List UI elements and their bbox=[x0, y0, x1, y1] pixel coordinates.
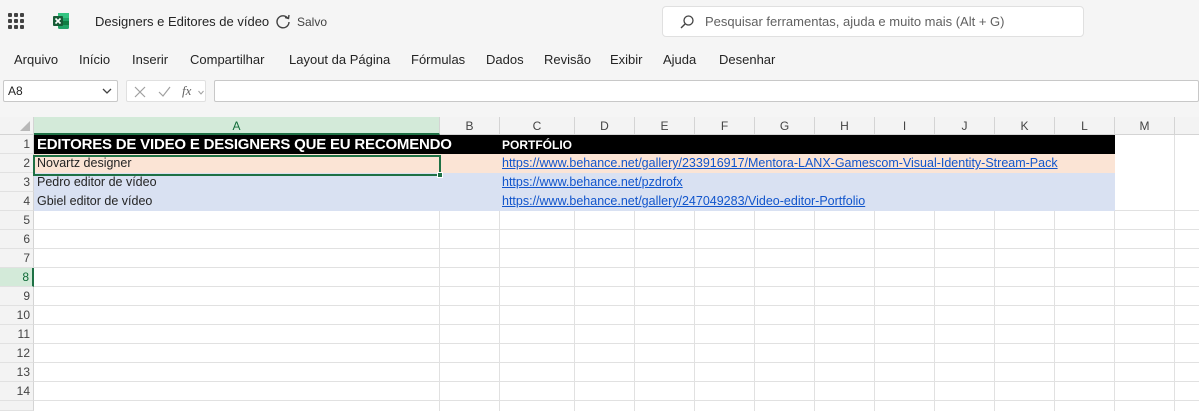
gridline bbox=[34, 381, 1199, 382]
search-box[interactable] bbox=[662, 6, 1084, 37]
gridline bbox=[34, 305, 1199, 306]
menu-compartilhar[interactable]: Compartilhar bbox=[190, 52, 264, 67]
cell-c2-link[interactable]: https://www.behance.net/gallery/23391691… bbox=[502, 154, 1058, 173]
row-header-5[interactable]: 5 bbox=[0, 211, 34, 230]
save-status: Salvo bbox=[297, 15, 328, 29]
title-bar: Designers e Editores de vídeo Salvo bbox=[0, 0, 1199, 44]
gridline bbox=[34, 362, 1199, 363]
fill-handle[interactable] bbox=[437, 172, 443, 178]
column-header-a[interactable]: A bbox=[34, 117, 440, 135]
menu-revisao[interactable]: Revisão bbox=[544, 52, 591, 67]
row-header-6[interactable]: 6 bbox=[0, 230, 34, 249]
insert-function-button[interactable]: fx bbox=[182, 83, 191, 99]
excel-logo-icon[interactable] bbox=[52, 12, 70, 30]
row-header-11[interactable]: 11 bbox=[0, 325, 34, 344]
menu-desenhar[interactable]: Desenhar bbox=[719, 52, 775, 67]
select-all-button[interactable] bbox=[0, 117, 34, 135]
column-header-i[interactable]: I bbox=[875, 117, 935, 135]
row-header-13[interactable]: 13 bbox=[0, 363, 34, 382]
column-header-g[interactable]: G bbox=[755, 117, 815, 135]
chevron-down-icon[interactable] bbox=[198, 90, 204, 95]
cell-c3-link[interactable]: https://www.behance.net/pzdrofx bbox=[502, 173, 683, 192]
gridline bbox=[34, 343, 1199, 344]
cell-a4[interactable]: Gbiel editor de vídeo bbox=[37, 192, 152, 211]
name-box-value: A8 bbox=[8, 84, 23, 98]
active-cell-a8[interactable] bbox=[33, 155, 441, 176]
search-icon bbox=[680, 15, 694, 29]
row-header-9[interactable]: 9 bbox=[0, 287, 34, 306]
column-header-j[interactable]: J bbox=[935, 117, 995, 135]
column-header-e[interactable]: E bbox=[635, 117, 695, 135]
menu-inserir[interactable]: Inserir bbox=[132, 52, 168, 67]
document-title[interactable]: Designers e Editores de vídeo bbox=[95, 14, 269, 29]
row-header-3[interactable]: 3 bbox=[0, 173, 34, 192]
gridline bbox=[34, 229, 1199, 230]
check-icon[interactable] bbox=[158, 86, 171, 98]
column-header-next bbox=[1175, 117, 1199, 135]
row-header-7[interactable]: 7 bbox=[0, 249, 34, 268]
gridline bbox=[34, 324, 1199, 325]
row-header-4[interactable]: 4 bbox=[0, 192, 34, 211]
column-header-c[interactable]: C bbox=[500, 117, 575, 135]
row-header-12[interactable]: 12 bbox=[0, 344, 34, 363]
formula-controls: fx bbox=[126, 80, 206, 102]
menu-bar: Arquivo Início Inserir Compartilhar Layo… bbox=[0, 44, 1199, 76]
row-header-14[interactable]: 14 bbox=[0, 382, 34, 401]
menu-exibir[interactable]: Exibir bbox=[610, 52, 643, 67]
column-header-b[interactable]: B bbox=[440, 117, 500, 135]
formula-input[interactable] bbox=[214, 80, 1199, 102]
menu-ajuda[interactable]: Ajuda bbox=[663, 52, 696, 67]
menu-inicio[interactable]: Início bbox=[79, 52, 110, 67]
search-input[interactable] bbox=[705, 7, 1075, 36]
column-header-l[interactable]: L bbox=[1055, 117, 1115, 135]
gridline bbox=[1174, 135, 1175, 411]
menu-dados[interactable]: Dados bbox=[486, 52, 524, 67]
column-header-f[interactable]: F bbox=[695, 117, 755, 135]
row-header-10[interactable]: 10 bbox=[0, 306, 34, 325]
cell-a1[interactable]: EDITORES DE VIDEO E DESIGNERS QUE EU REC… bbox=[37, 135, 452, 154]
gridline bbox=[34, 286, 1199, 287]
row-header-15 bbox=[0, 401, 34, 411]
sync-icon bbox=[276, 14, 290, 29]
app-launcher-icon[interactable] bbox=[8, 13, 24, 29]
cell-c1[interactable]: PORTFÓLIO bbox=[502, 136, 572, 155]
column-header-m[interactable]: M bbox=[1115, 117, 1175, 135]
menu-arquivo[interactable]: Arquivo bbox=[14, 52, 58, 67]
row-header-1[interactable]: 1 bbox=[0, 135, 34, 154]
column-header-k[interactable]: K bbox=[995, 117, 1055, 135]
chevron-down-icon[interactable] bbox=[102, 86, 112, 96]
row-header-8[interactable]: 8 bbox=[0, 268, 34, 287]
gridline bbox=[34, 267, 1199, 268]
row-header-2[interactable]: 2 bbox=[0, 154, 34, 173]
name-box[interactable]: A8 bbox=[3, 80, 118, 102]
column-header-h[interactable]: H bbox=[815, 117, 875, 135]
gridline bbox=[34, 248, 1199, 249]
cell-c4-link[interactable]: https://www.behance.net/gallery/24704928… bbox=[502, 192, 865, 211]
cancel-icon[interactable] bbox=[134, 86, 146, 98]
gridline bbox=[34, 400, 1199, 401]
menu-formulas[interactable]: Fórmulas bbox=[411, 52, 465, 67]
formula-bar: A8 fx bbox=[0, 78, 1199, 108]
menu-layout-da-pagina[interactable]: Layout da Página bbox=[289, 52, 390, 67]
column-header-d[interactable]: D bbox=[575, 117, 635, 135]
